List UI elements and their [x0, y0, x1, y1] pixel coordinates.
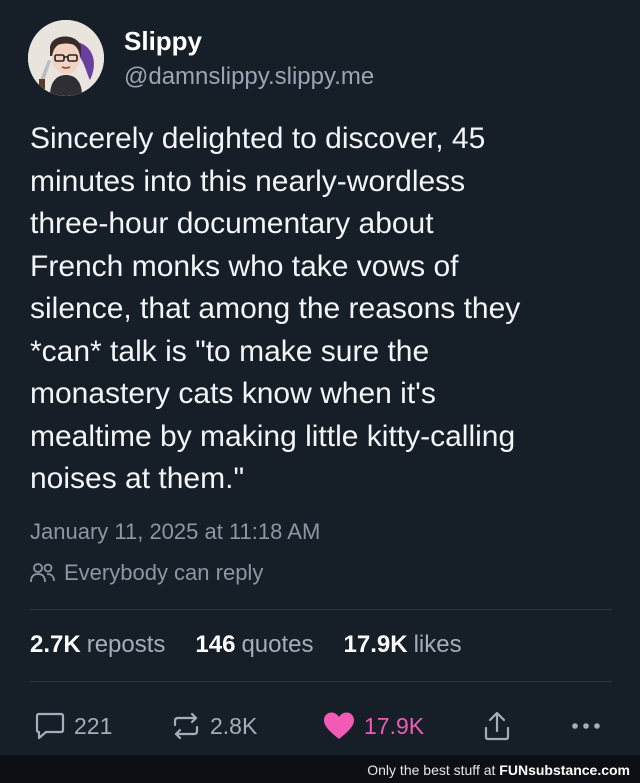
engagement-stats: 2.7K reposts 146 quotes 17.9K likes: [30, 631, 462, 659]
watermark-prefix: Only the best stuff at: [367, 762, 500, 778]
author-handle[interactable]: @damnslippy.slippy.me: [124, 63, 374, 91]
comment-icon: [35, 712, 65, 740]
post-card: Slippy @damnslippy.slippy.me Sincerely d…: [0, 0, 640, 783]
watermark: Only the best stuff at FUNsubstance.com: [367, 762, 630, 778]
divider: [30, 609, 612, 610]
reply-button[interactable]: 221: [34, 706, 112, 746]
more-icon: [572, 723, 600, 729]
reposts-stat[interactable]: 2.7K reposts: [30, 631, 165, 659]
more-button[interactable]: [570, 706, 602, 746]
avatar[interactable]: [28, 20, 104, 96]
share-button[interactable]: [482, 706, 512, 746]
watermark-brand: FUNsubstance.com: [499, 762, 630, 778]
action-bar: 221 2.8K 17.9K: [30, 706, 612, 746]
like-count: 17.9K: [364, 712, 425, 739]
repost-button[interactable]: 2.8K: [170, 706, 257, 746]
reposts-count: 2.7K: [30, 631, 81, 658]
post-timestamp[interactable]: January 11, 2025 at 11:18 AM: [30, 519, 320, 545]
post-text: Sincerely delighted to discover, 45 minu…: [30, 122, 521, 495]
quotes-count: 146: [195, 631, 236, 658]
likes-count: 17.9K: [343, 631, 408, 658]
likes-label: likes: [413, 631, 462, 658]
share-icon: [484, 711, 510, 741]
divider: [30, 681, 612, 682]
quotes-label: quotes: [241, 631, 314, 658]
heart-icon: [324, 712, 354, 739]
like-button[interactable]: 17.9K: [322, 706, 424, 746]
likes-stat[interactable]: 17.9K likes: [344, 631, 462, 659]
reply-setting-label: Everybody can reply: [64, 560, 264, 585]
repost-icon: [173, 712, 199, 740]
repost-count: 2.8K: [210, 712, 258, 739]
reply-setting: Everybody can reply: [30, 560, 263, 586]
author-display-name[interactable]: Slippy: [124, 26, 202, 57]
reply-count: 221: [74, 712, 113, 739]
quotes-stat[interactable]: 146 quotes: [195, 631, 313, 659]
avatar-image: [28, 20, 104, 96]
people-icon: [30, 563, 55, 583]
reposts-label: reposts: [86, 631, 166, 658]
